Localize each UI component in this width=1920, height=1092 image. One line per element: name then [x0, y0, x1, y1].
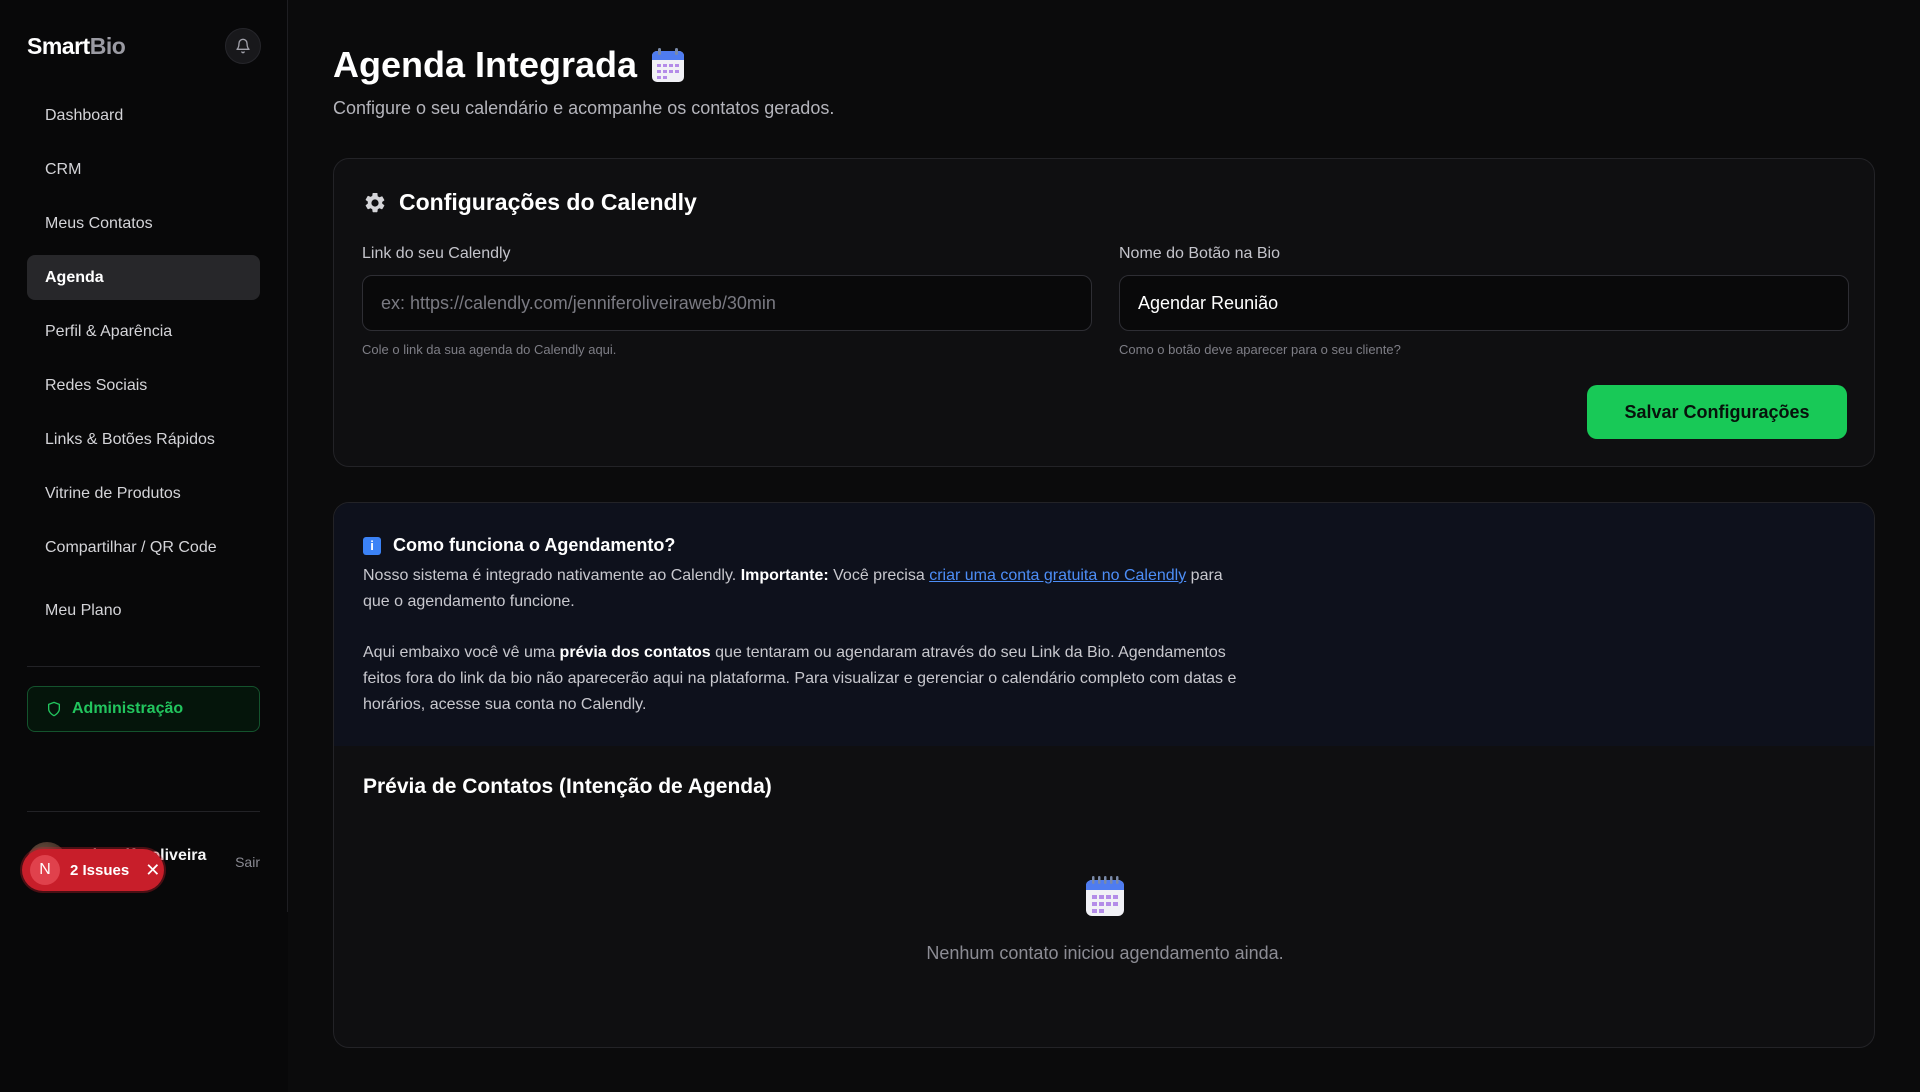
logout-link[interactable]: Sair [235, 854, 260, 870]
brand-logo[interactable]: SmartBio [27, 32, 126, 60]
calendar-icon [1086, 876, 1124, 916]
sidebar-nav: Dashboard CRM Meus Contatos Agenda Perfi… [27, 93, 260, 642]
info-icon: i [363, 536, 381, 555]
sidebar-item-meus-contatos[interactable]: Meus Contatos [27, 201, 260, 246]
page-title: Agenda Integrada [333, 44, 685, 86]
info-p1-text-a: Nosso sistema é integrado nativamente ao… [363, 567, 741, 584]
how-it-works-title-text: Como funciona o Agendamento? [393, 535, 676, 555]
admin-button[interactable]: Administração [27, 686, 260, 732]
empty-state-text: Nenhum contato iniciou agendamento ainda… [926, 943, 1284, 963]
sidebar-item-crm[interactable]: CRM [27, 147, 260, 192]
info-paragraph-2: Aqui embaixo você vê uma prévia dos cont… [363, 640, 1243, 718]
brand-name-secondary: Bio [89, 32, 126, 59]
sidebar-item-perfil-aparencia[interactable]: Perfil & Aparência [27, 309, 260, 354]
config-card-title: Configurações do Calendly [363, 189, 697, 216]
calendly-config-card: Configurações do Calendly Link do seu Ca… [333, 158, 1875, 467]
close-icon[interactable]: ✕ [145, 860, 160, 881]
button-name-field: Nome do Botão na Bio Como o botão deve a… [1119, 245, 1849, 357]
save-settings-button[interactable]: Salvar Configurações [1587, 385, 1847, 439]
button-name-help: Como o botão deve aparecer para o seu cl… [1119, 342, 1401, 357]
create-calendly-account-link[interactable]: criar uma conta gratuita no Calendly [929, 567, 1186, 584]
shield-icon [48, 701, 60, 717]
info-p2-bold: prévia dos contatos [559, 644, 711, 661]
calendar-icon [652, 48, 685, 82]
bell-icon [236, 38, 250, 54]
issues-badge-label: 2 Issues [70, 861, 130, 879]
info-p1-text-b: Você precisa [828, 567, 930, 584]
page-title-text: Agenda Integrada [333, 44, 638, 85]
page-subtitle: Configure o seu calendário e acompanhe o… [333, 98, 835, 118]
calendly-link-help: Cole o link da sua agenda do Calendly aq… [362, 342, 617, 357]
sidebar-item-compartilhar-qr[interactable]: Compartilhar / QR Code [27, 525, 260, 570]
sidebar-item-dashboard[interactable]: Dashboard [27, 93, 260, 138]
contacts-preview-title: Prévia de Contatos (Intenção de Agenda) [363, 775, 772, 798]
button-name-input[interactable] [1119, 275, 1849, 331]
button-name-label: Nome do Botão na Bio [1119, 245, 1280, 262]
sidebar-item-redes-sociais[interactable]: Redes Sociais [27, 363, 260, 408]
sidebar-divider-bottom [27, 811, 260, 812]
app-root: SmartBio Dashboard CRM Meus Contatos Age… [0, 0, 1920, 1092]
sidebar: SmartBio Dashboard CRM Meus Contatos Age… [0, 0, 288, 1092]
issues-badge[interactable]: N 2 Issues ✕ [22, 849, 164, 891]
info-paragraph-1: Nosso sistema é integrado nativamente ao… [363, 563, 1243, 615]
sidebar-item-links-botoes[interactable]: Links & Botões Rápidos [27, 417, 260, 462]
scheduling-info-card: i Como funciona o Agendamento? Nosso sis… [333, 502, 1875, 1048]
calendly-link-label: Link do seu Calendly [362, 245, 511, 262]
sidebar-item-meu-plano[interactable]: Meu Plano [27, 588, 260, 633]
how-it-works-block: i Como funciona o Agendamento? Nosso sis… [334, 503, 1874, 746]
sidebar-divider [27, 666, 260, 667]
sidebar-item-agenda[interactable]: Agenda [27, 255, 260, 300]
info-p1-bold: Importante: [740, 567, 829, 584]
config-card-title-text: Configurações do Calendly [399, 189, 697, 215]
issues-badge-initial: N [30, 855, 60, 885]
how-it-works-text: Nosso sistema é integrado nativamente ao… [363, 563, 1243, 718]
brand-name-primary: Smart [27, 32, 90, 59]
how-it-works-title: i Como funciona o Agendamento? [363, 535, 675, 556]
sidebar-item-vitrine-produtos[interactable]: Vitrine de Produtos [27, 471, 260, 516]
admin-label: Administração [72, 700, 184, 717]
calendly-link-field: Link do seu Calendly Cole o link da sua … [362, 245, 1092, 357]
brand-row: SmartBio [27, 28, 261, 64]
gear-icon [365, 192, 385, 212]
calendly-link-input[interactable] [362, 275, 1092, 331]
notifications-button[interactable] [225, 28, 261, 64]
info-p2-text-a: Aqui embaixo você vê uma [363, 644, 560, 661]
